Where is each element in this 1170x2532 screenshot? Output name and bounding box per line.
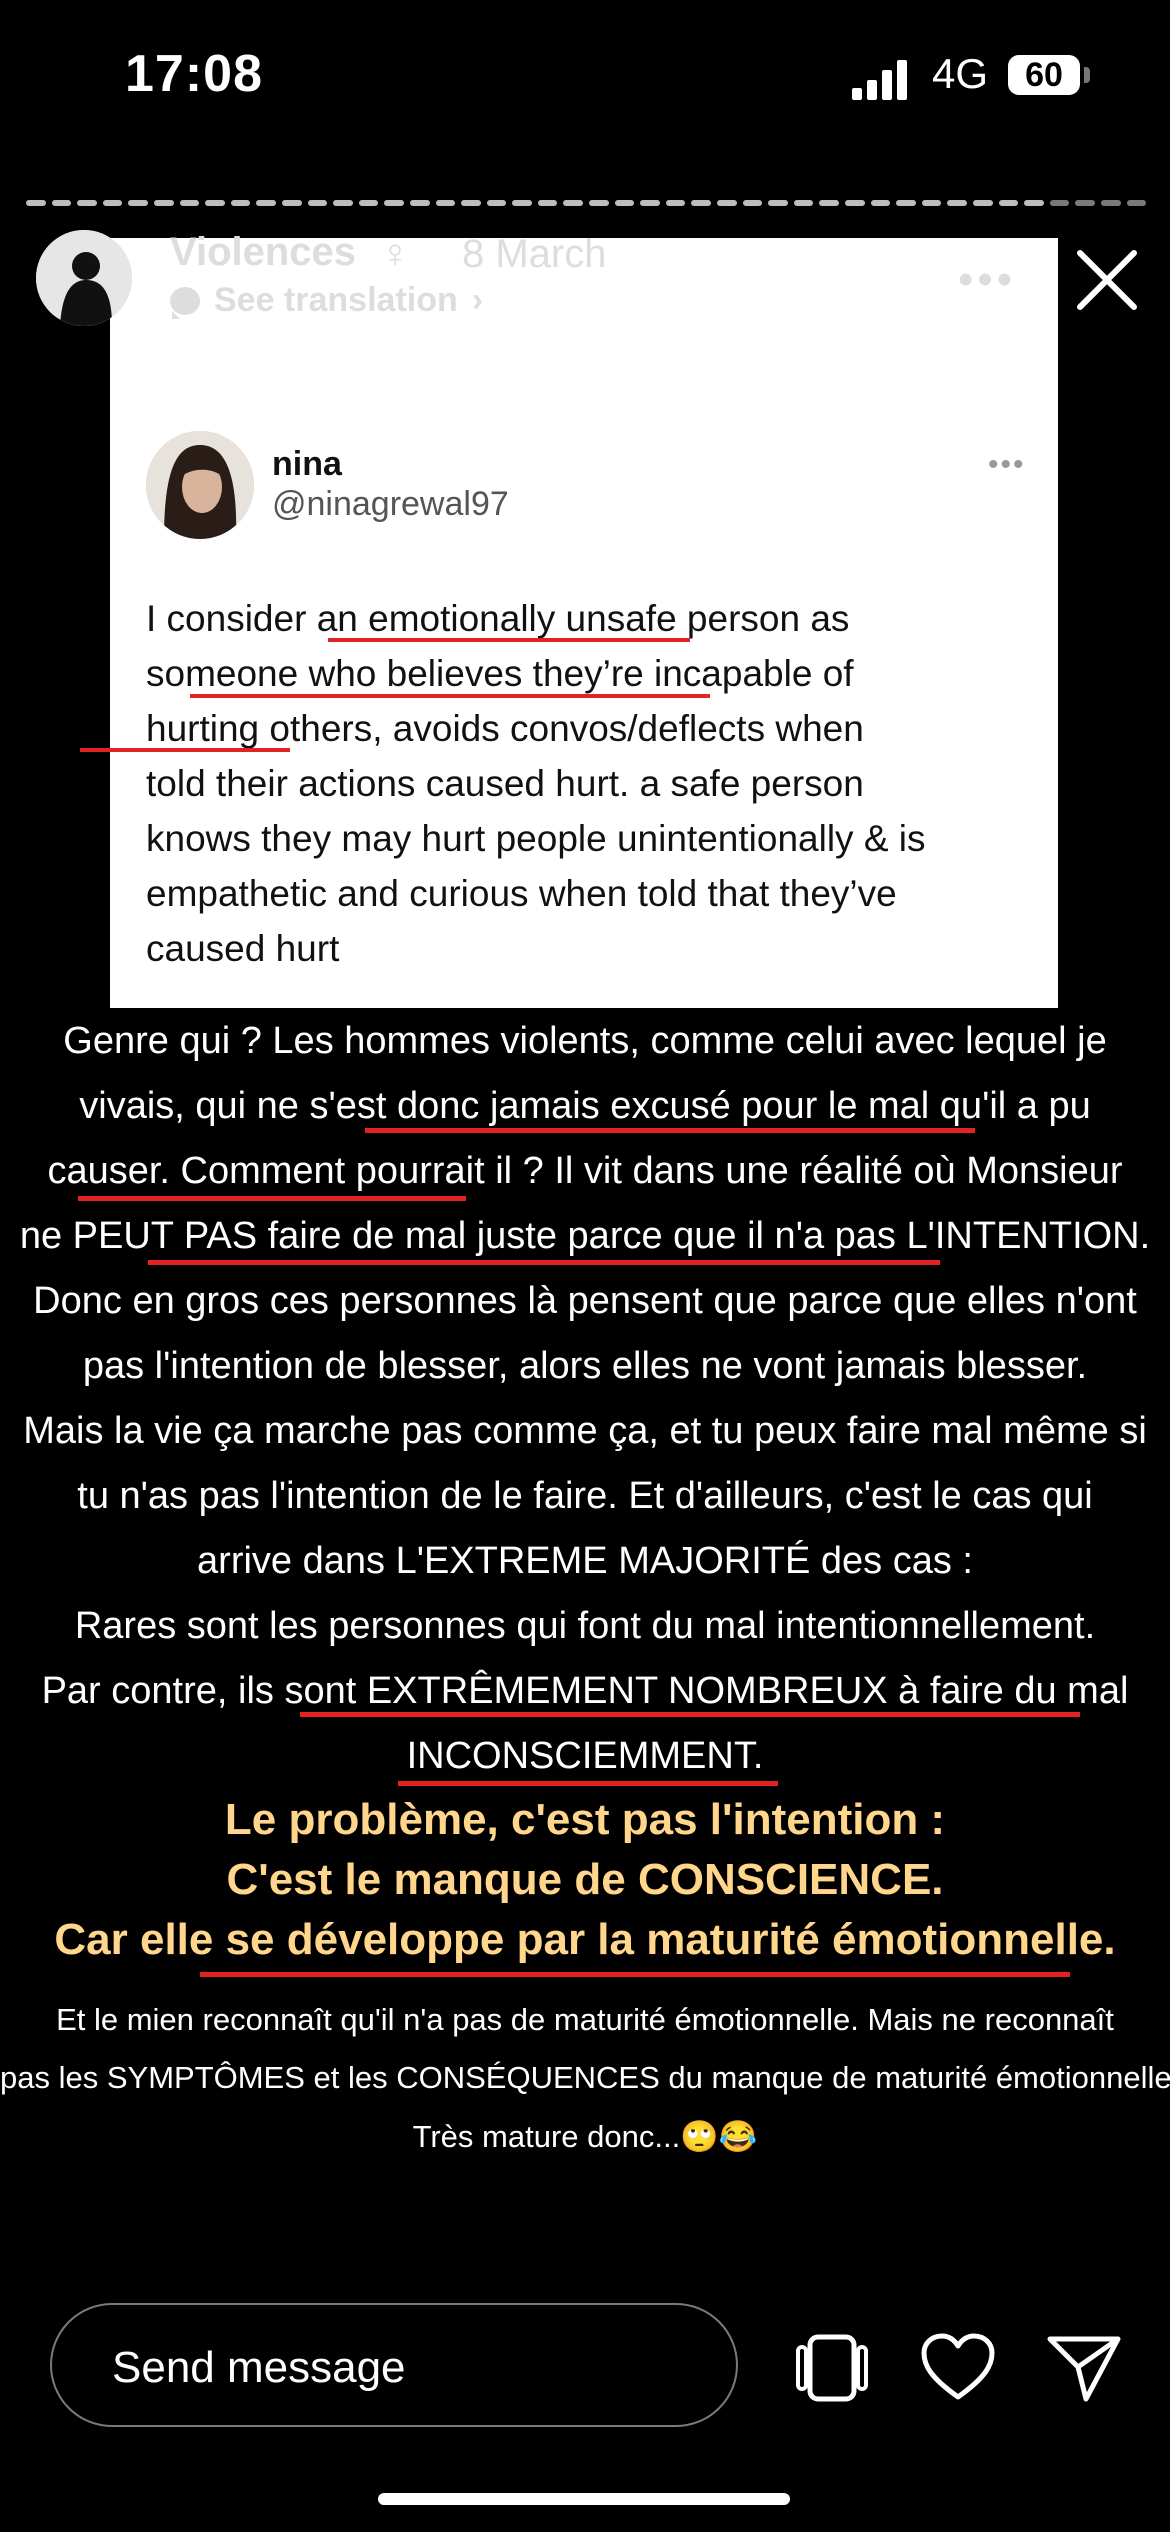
- home-indicator: [378, 2493, 790, 2505]
- signal-icon: [852, 60, 908, 100]
- tweet-author-handle: @ninagrewal97: [272, 485, 509, 523]
- tweet-line: I consider an emotionally unsafe person …: [146, 598, 850, 639]
- caption-line: ne PEUT PAS faire de mal juste parce que…: [19, 1215, 1151, 1257]
- network-type: 4G: [932, 50, 989, 97]
- battery-icon: 60: [1008, 55, 1080, 95]
- tweet-line: hurting others, avoids convos/deflects w…: [146, 708, 864, 749]
- tweet-line: someone who believes they’re incapable o…: [146, 653, 854, 694]
- translate-icon: [170, 286, 200, 319]
- send-message-input[interactable]: Send message: [50, 2303, 738, 2427]
- red-underline: [78, 1196, 466, 1201]
- tweet-more-icon: •••: [988, 448, 1026, 481]
- caption-line: INCONSCIEMMENT.: [406, 1735, 764, 1777]
- tweet-line: knows they may hurt people unintentional…: [146, 818, 926, 859]
- close-icon[interactable]: [1072, 245, 1142, 315]
- highlight-line: C'est le manque de CONSCIENCE.: [226, 1855, 944, 1904]
- red-underline: [328, 638, 690, 642]
- red-underline: [200, 1972, 1070, 1977]
- caption-line: Rares sont les personnes qui font du mal…: [74, 1605, 1096, 1647]
- caption-line: Genre qui ? Les hommes violents, comme c…: [63, 1020, 1107, 1062]
- stickers-icon[interactable]: [794, 2333, 870, 2403]
- caption-line: Donc en gros ces personnes là pensent qu…: [33, 1280, 1137, 1322]
- tweet-line: caused hurt: [146, 928, 340, 969]
- red-underline: [398, 1781, 778, 1786]
- red-underline: [365, 1128, 975, 1133]
- send-icon[interactable]: [1046, 2333, 1122, 2403]
- highlight-line: Car elle se développe par la maturité ém…: [54, 1915, 1116, 1964]
- battery-tip: [1084, 67, 1090, 83]
- send-message-placeholder: Send message: [112, 2343, 406, 2392]
- red-underline: [190, 694, 710, 698]
- more-options-icon[interactable]: •••: [958, 255, 1016, 305]
- story-avatar[interactable]: [36, 230, 132, 326]
- female-symbol: ♀: [380, 232, 410, 276]
- caption-line: Par contre, ils sont EXTRÊMEMENT NOMBREU…: [41, 1670, 1129, 1712]
- footer-line: Et le mien reconnaît qu'il n'a pas de ma…: [56, 2002, 1114, 2037]
- tweet-author-name: nina: [272, 445, 342, 483]
- caption-line: pas l'intention de blesser, alors elles …: [82, 1345, 1088, 1387]
- chevron-right-icon: ›: [471, 281, 484, 319]
- red-underline: [148, 1260, 940, 1265]
- caption-line: Mais la vie ça marche pas comme ça, et t…: [23, 1410, 1147, 1452]
- status-time: 17:08: [125, 45, 263, 103]
- footer-line: pas les SYMPTÔMES et les CONSÉQUENCES du…: [0, 2060, 1170, 2095]
- red-underline: [300, 1712, 1080, 1717]
- caption-line: causer. Comment pourrait il ? Il vit dan…: [47, 1150, 1123, 1192]
- tweet-line: told their actions caused hurt. a safe p…: [146, 763, 864, 804]
- red-underline: [80, 748, 290, 752]
- see-translation-label: See translation: [214, 281, 458, 319]
- footer-line: Très mature donc...🙄😂: [412, 2119, 758, 2154]
- see-translation-button[interactable]: See translation ›: [170, 281, 483, 320]
- highlight-line: Le problème, c'est pas l'intention :: [224, 1795, 946, 1844]
- caption-line: tu n'as pas l'intention de le faire. Et …: [77, 1475, 1093, 1517]
- story-date: 8 March: [462, 232, 607, 276]
- caption-line: arrive dans L'EXTREME MAJORITÉ des cas :: [197, 1540, 973, 1582]
- tweet-avatar: [146, 431, 254, 539]
- heart-icon[interactable]: [920, 2333, 996, 2401]
- story-progress: [26, 200, 1147, 206]
- tweet-screenshot: nina @ninagrewal97 ••• I consider an emo…: [80, 238, 1058, 1008]
- tweet-line: empathetic and curious when told that th…: [146, 873, 897, 914]
- caption-line: vivais, qui ne s'est donc jamais excusé …: [79, 1085, 1091, 1127]
- story-username[interactable]: Violences: [170, 230, 356, 275]
